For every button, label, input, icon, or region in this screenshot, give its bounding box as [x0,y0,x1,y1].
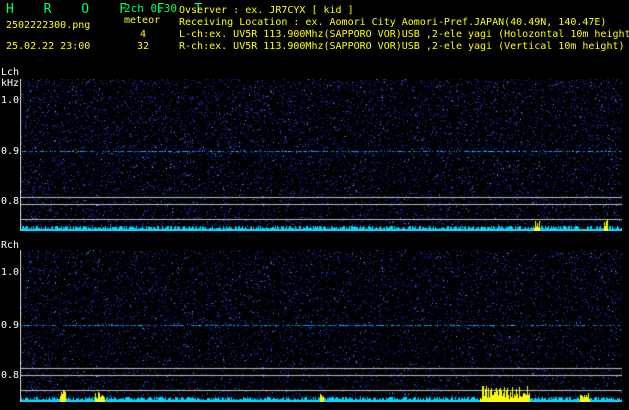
rch-label: Rch [1,240,20,251]
rch-ytick-0.8: 0.8 [1,370,20,381]
rch-spectrogram [20,250,622,402]
lch-ytick-0.9: 0.9 [1,146,20,157]
lch-info: L-ch:ex. UV5R 113.900Mhz(SAPPORO VOR)USB… [179,29,629,40]
lch-meteor-count: 4 [140,29,147,40]
khz-label: kHz [1,78,20,89]
lch-ytick-0.8: 0.8 [1,196,20,207]
version-label: 2ch 0.30 [124,2,177,15]
rch-meteor-count: 32 [137,41,150,52]
observer-info: Ovserver : ex. JR7CYX [ kid ] [179,5,354,16]
lch-spectrogram [20,79,622,231]
location-info: Receiving Location : ex. Aomori City Aom… [179,17,607,28]
lch-ytick-1.0: 1.0 [1,95,20,106]
rch-info: R-ch:ex. UV5R 113.900Mhz(SAPPORO VOR)USB… [179,41,625,52]
meteor-label: meteor [124,15,161,26]
rch-ytick-1.0: 1.0 [1,267,20,278]
rch-ytick-0.9: 0.9 [1,320,20,331]
lch-label: Lch [1,67,20,78]
filename-label: 2502222300.png [6,20,91,31]
datetime-label: 25.02.22 23:00 [6,41,91,52]
